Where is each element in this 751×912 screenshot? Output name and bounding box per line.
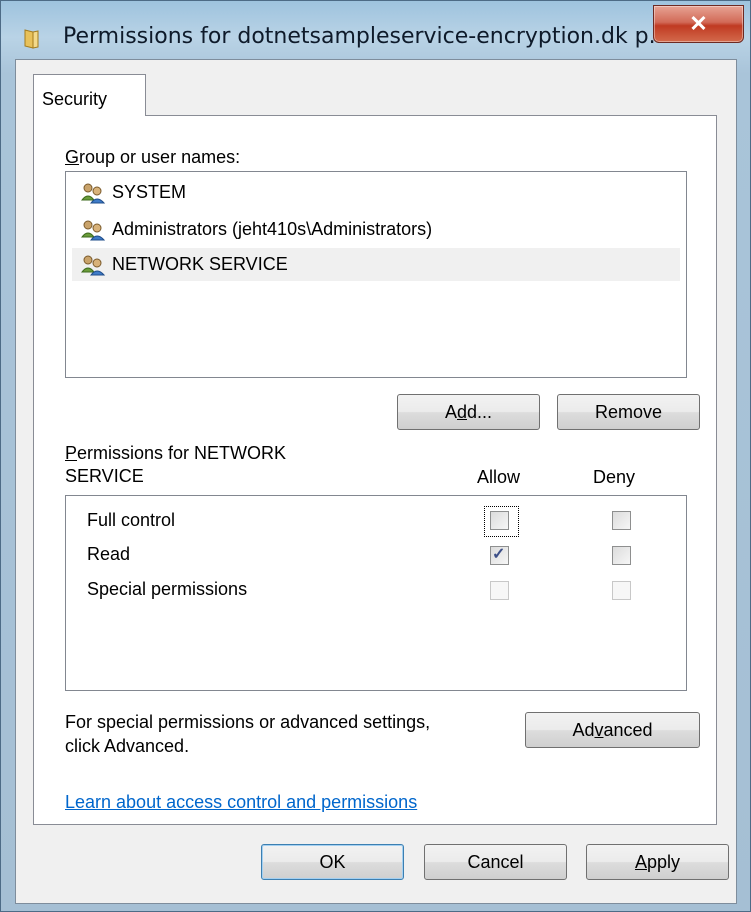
close-button[interactable]: ✕ [653, 5, 744, 43]
advanced-hint-line2: click Advanced. [65, 736, 190, 756]
permission-name: Read [87, 544, 131, 564]
advanced-button[interactable]: Advanced [525, 712, 700, 748]
ok-button[interactable]: OK [261, 844, 404, 880]
read-deny-checkbox[interactable] [612, 546, 631, 565]
add-label-part: A [444, 402, 457, 422]
users-icon [80, 255, 106, 276]
deny-column-header: Deny [593, 467, 636, 487]
user-list[interactable]: SYSTEM Administrators (jeht410s\Administ… [65, 171, 687, 378]
list-item[interactable]: SYSTEM [72, 176, 680, 209]
full-control-deny-checkbox[interactable] [612, 511, 631, 530]
learn-more-link[interactable]: Learn about access control and permissio… [65, 792, 417, 813]
tab-security[interactable]: Security [33, 74, 146, 116]
allow-column-header: Allow [477, 467, 521, 487]
permission-name: Full control [87, 510, 176, 530]
list-item-label: NETWORK SERVICE [112, 254, 288, 274]
cancel-button[interactable]: Cancel [424, 844, 567, 880]
window-title: Permissions for dotnetsampleservice-encr… [63, 24, 670, 49]
users-icon [80, 220, 106, 241]
permissions-heading: Permissions for NETWORK [65, 443, 286, 464]
label-access-key: G [65, 147, 80, 167]
dialog-window: Permissions for dotnetsampleservice-encr… [0, 0, 751, 912]
add-label-part: d... [467, 402, 493, 422]
add-access-key: d [456, 402, 467, 422]
label-text: roup or user names: [79, 147, 241, 167]
list-item[interactable]: NETWORK SERVICE [72, 248, 680, 281]
list-item[interactable]: Administrators (jeht410s\Administrators) [72, 213, 680, 246]
users-icon [80, 183, 106, 204]
special-permissions-deny-checkbox [612, 581, 631, 600]
permission-name: Special permissions [87, 579, 248, 599]
title-bar[interactable]: Permissions for dotnetsampleservice-encr… [1, 1, 750, 57]
check-icon: ✓ [492, 546, 506, 563]
advanced-label-part: Ad [572, 720, 595, 740]
permissions-heading-line1: ermissions for NETWORK [77, 443, 287, 463]
permissions-heading-line2: SERVICE [65, 466, 144, 486]
read-allow-checkbox[interactable]: ✓ [490, 546, 509, 565]
permissions-access-key: P [65, 443, 78, 463]
add-button[interactable]: Add... [397, 394, 540, 430]
list-item-label: SYSTEM [112, 182, 187, 202]
full-control-allow-checkbox[interactable] [490, 511, 509, 530]
advanced-label-part: anced [603, 720, 653, 740]
close-icon: ✕ [689, 11, 708, 36]
list-item-label: Administrators (jeht410s\Administrators) [112, 219, 433, 239]
remove-button[interactable]: Remove [557, 394, 700, 430]
folder-icon [24, 29, 39, 49]
apply-label-part: pply [646, 852, 681, 872]
advanced-hint-line1: For special permissions or advanced sett… [65, 712, 431, 732]
apply-button[interactable]: Apply [586, 844, 729, 880]
group-or-user-names-label: Group or user names: [65, 147, 240, 168]
special-permissions-allow-checkbox [490, 581, 509, 600]
apply-access-key: A [634, 852, 647, 872]
